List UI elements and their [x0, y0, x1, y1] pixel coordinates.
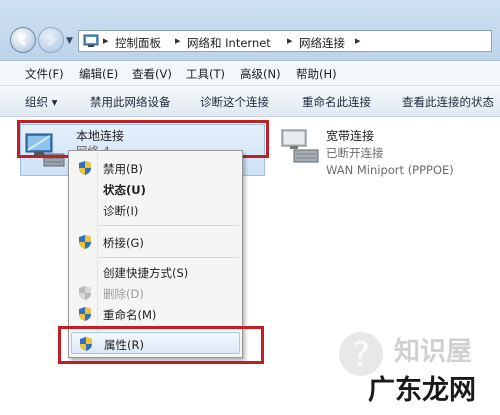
- breadcrumb-separator-icon: ▸: [287, 34, 293, 47]
- control-panel-icon: [83, 34, 99, 47]
- address-bar[interactable]: ▸ 控制面板 ▸ 网络和 Internet ▸ 网络连接 ▸: [78, 30, 492, 52]
- arrow-left-icon: [18, 34, 26, 46]
- rename-connection-button[interactable]: 重命名此连接: [302, 94, 371, 110]
- forward-button[interactable]: [38, 27, 64, 53]
- context-menu-delete: 删除(D): [71, 282, 240, 304]
- menu-edit[interactable]: 编辑(E): [79, 66, 118, 82]
- menu-file[interactable]: 文件(F): [25, 66, 64, 82]
- broadband-connection-name: 宽带连接: [326, 129, 375, 143]
- context-menu-status-label: 状态(U): [103, 183, 146, 197]
- highlight-box-properties: [58, 326, 264, 364]
- context-menu-rename-label: 重命名(M): [103, 308, 157, 322]
- diagnose-connection-button[interactable]: 诊断这个连接: [200, 94, 269, 110]
- context-menu-delete-label: 删除(D): [103, 287, 144, 301]
- menu-advanced[interactable]: 高级(N): [240, 66, 281, 82]
- context-menu-separator: [99, 257, 239, 258]
- breadcrumb-separator-icon: ▸: [103, 34, 109, 47]
- breadcrumb-separator-icon: ▸: [175, 34, 181, 47]
- breadcrumb-control-panel[interactable]: 控制面板: [115, 35, 161, 51]
- menu-help[interactable]: 帮助(H): [296, 66, 337, 82]
- context-menu-bridge-label: 桥接(G): [103, 236, 144, 250]
- watermark-text: 知识屋: [394, 337, 473, 367]
- organize-button[interactable]: 组织 ▾: [25, 94, 57, 110]
- history-dropdown-icon[interactable]: ▼: [66, 36, 73, 46]
- uac-shield-icon: [79, 161, 91, 175]
- context-menu-create-shortcut-label: 创建快捷方式(S): [103, 266, 189, 280]
- uac-shield-icon: [79, 235, 91, 249]
- context-menu-create-shortcut[interactable]: 创建快捷方式(S): [71, 261, 240, 283]
- breadcrumb-network-internet[interactable]: 网络和 Internet: [187, 35, 271, 51]
- context-menu-diagnose-label: 诊断(I): [103, 204, 139, 218]
- breadcrumb-network-connections[interactable]: 网络连接: [299, 35, 345, 51]
- context-menu-diagnose[interactable]: 诊断(I): [71, 199, 240, 221]
- uac-shield-icon: [79, 286, 91, 300]
- context-menu-disable[interactable]: 禁用(B): [71, 157, 240, 179]
- breadcrumb-separator-icon: ▸: [355, 34, 361, 47]
- uac-shield-icon: [79, 307, 91, 321]
- context-menu-rename[interactable]: 重命名(M): [71, 303, 240, 325]
- command-bar: 组织 ▾ 禁用此网络设备 诊断这个连接 重命名此连接 查看此连接的状态: [0, 86, 500, 117]
- back-button[interactable]: [10, 27, 36, 53]
- context-menu-bridge[interactable]: 桥接(G): [71, 231, 240, 253]
- broadband-connection-status: 已断开连接: [326, 146, 384, 160]
- broadband-modem-icon: [281, 129, 319, 163]
- disable-device-button[interactable]: 禁用此网络设备: [90, 94, 171, 110]
- context-menu-status[interactable]: 状态(U): [71, 178, 240, 200]
- view-status-button[interactable]: 查看此连接的状态: [402, 94, 494, 110]
- arrow-right-icon: [48, 34, 56, 46]
- menu-tools[interactable]: 工具(T): [186, 66, 225, 82]
- menu-bar: 文件(F) 编辑(E) 查看(V) 工具(T) 高级(N) 帮助(H): [0, 61, 500, 86]
- watermark-site-text: 广东龙网: [368, 375, 476, 406]
- context-menu-separator: [99, 225, 239, 226]
- menu-view[interactable]: 查看(V): [132, 66, 172, 82]
- context-menu-disable-label: 禁用(B): [103, 162, 143, 176]
- broadband-connection-device: WAN Miniport (PPPOE): [326, 163, 454, 177]
